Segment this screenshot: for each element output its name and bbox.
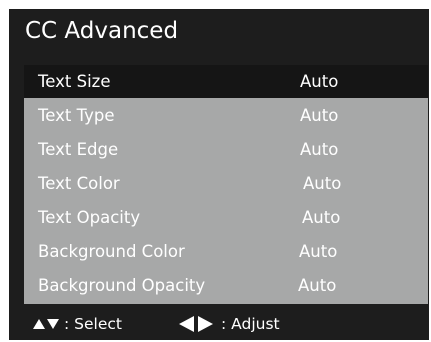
menu-item-text-opacity[interactable]: Text Opacity Auto — [24, 201, 428, 234]
menu-item-value: Auto — [300, 140, 339, 159]
left-right-triangles-icon — [176, 315, 218, 333]
menu-item-text-edge[interactable]: Text Edge Auto — [24, 133, 428, 166]
menu-item-label: Text Edge — [38, 140, 119, 159]
menu-item-value: Auto — [300, 72, 339, 91]
menu-item-text-size[interactable]: Text Size Auto — [24, 65, 428, 98]
menu-item-label: Text Type — [38, 106, 115, 125]
up-down-triangles-icon — [33, 318, 61, 330]
menu-item-label: Background Color — [38, 242, 185, 261]
menu-title: CC Advanced — [25, 18, 179, 44]
menu-item-value: Auto — [300, 106, 339, 125]
select-hint: : Select — [33, 308, 122, 340]
menu-item-background-opacity[interactable]: Background Opacity Auto — [24, 269, 428, 302]
menu-item-value: Auto — [302, 208, 341, 227]
menu-item-label: Text Opacity — [38, 208, 141, 227]
settings-list: Text Size Auto Text Type Auto Text Edge … — [24, 65, 428, 304]
adjust-hint: : Adjust — [176, 308, 280, 340]
menu-item-text-type[interactable]: Text Type Auto — [24, 99, 428, 132]
menu-item-text-color[interactable]: Text Color Auto — [24, 167, 428, 200]
cc-advanced-menu: CC Advanced Text Size Auto Text Type Aut… — [9, 9, 429, 340]
menu-item-label: Background Opacity — [38, 276, 206, 295]
key-hints-bar: : Select : Adjust — [9, 308, 429, 340]
menu-item-background-color[interactable]: Background Color Auto — [24, 235, 428, 268]
menu-item-label: Text Color — [38, 174, 120, 193]
adjust-hint-label: : Adjust — [221, 315, 280, 333]
select-hint-label: : Select — [64, 315, 122, 333]
menu-item-value: Auto — [298, 276, 337, 295]
menu-item-value: Auto — [303, 174, 342, 193]
menu-item-label: Text Size — [38, 72, 111, 91]
menu-item-value: Auto — [299, 242, 338, 261]
